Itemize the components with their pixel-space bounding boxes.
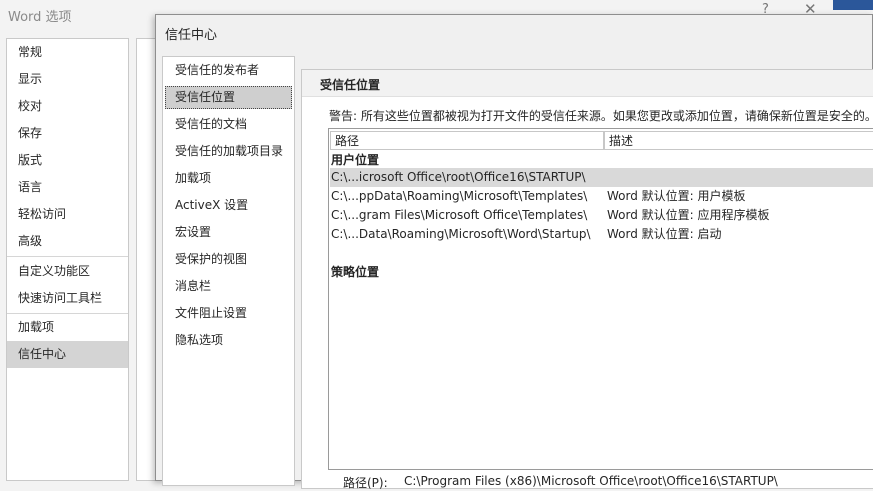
- row-path: C:\...ppData\Roaming\Microsoft\Templates…: [331, 189, 588, 203]
- accent-bar: [833, 0, 873, 10]
- trust-center-nav: 受信任的发布者 受信任位置 受信任的文档 受信任的加载项目录 加载项 Activ…: [162, 56, 295, 486]
- section-header: 受信任位置: [302, 70, 873, 97]
- row-description: Word 默认位置: 启动: [607, 227, 722, 241]
- table-row[interactable]: C:\...ppData\Roaming\Microsoft\Templates…: [330, 187, 873, 206]
- nav-item-advanced[interactable]: 高级: [7, 228, 128, 255]
- tc-nav-file-block-settings[interactable]: 文件阻止设置: [165, 302, 292, 325]
- group-label-user-locations: 用户位置: [331, 153, 380, 167]
- trusted-locations-list[interactable]: 路径 描述 用户位置 C:\...icrosoft Office\root\Of…: [328, 128, 873, 470]
- tc-nav-trusted-documents[interactable]: 受信任的文档: [165, 113, 292, 136]
- nav-item-quick-access-toolbar[interactable]: 快速访问工具栏: [7, 285, 128, 312]
- path-value: C:\Program Files (x86)\Microsoft Office\…: [404, 474, 778, 488]
- warning-text: 警告: 所有这些位置都被视为打开文件的受信任来源。如果您更改或添加位置，请确保新…: [329, 109, 873, 123]
- tc-nav-macro-settings[interactable]: 宏设置: [165, 221, 292, 244]
- nav-item-customize-ribbon[interactable]: 自定义功能区: [7, 258, 128, 285]
- nav-item-display[interactable]: 显示: [7, 66, 128, 93]
- nav-item-trust-center[interactable]: 信任中心: [7, 341, 128, 368]
- tc-nav-trusted-publishers[interactable]: 受信任的发布者: [165, 59, 292, 82]
- tc-nav-message-bar[interactable]: 消息栏: [165, 275, 292, 298]
- row-path: C:\...icrosoft Office\root\Office16\STAR…: [331, 170, 586, 184]
- tc-nav-protected-view[interactable]: 受保护的视图: [165, 248, 292, 271]
- nav-item-layout[interactable]: 版式: [7, 147, 128, 174]
- row-description: Word 默认位置: 用户模板: [607, 189, 746, 203]
- table-row[interactable]: C:\...Data\Roaming\Microsoft\Word\Startu…: [330, 225, 873, 244]
- options-nav: 常规 显示 校对 保存 版式 语言 轻松访问 高级 自定义功能区 快速访问工具栏…: [6, 38, 129, 481]
- nav-item-addins[interactable]: 加载项: [7, 314, 128, 341]
- tc-nav-activex-settings[interactable]: ActiveX 设置: [165, 194, 292, 217]
- column-header-path[interactable]: 路径: [330, 131, 604, 150]
- tc-nav-trusted-locations[interactable]: 受信任位置: [165, 86, 292, 109]
- column-header-description[interactable]: 描述: [604, 131, 873, 150]
- window-title: Word 选项: [8, 10, 72, 25]
- nav-item-accessibility[interactable]: 轻松访问: [7, 201, 128, 228]
- row-description: Word 默认位置: 应用程序模板: [607, 208, 770, 222]
- nav-divider: [7, 256, 128, 257]
- group-label-policy-locations: 策略位置: [331, 265, 380, 279]
- table-row[interactable]: C:\...icrosoft Office\root\Office16\STAR…: [330, 168, 873, 187]
- tc-nav-privacy-options[interactable]: 隐私选项: [165, 329, 292, 352]
- trust-center-dialog: 信任中心 受信任的发布者 受信任位置 受信任的文档 受信任的加载项目录 加载项 …: [155, 14, 873, 490]
- nav-item-language[interactable]: 语言: [7, 174, 128, 201]
- trusted-locations-panel: 受信任位置 警告: 所有这些位置都被视为打开文件的受信任来源。如果您更改或添加位…: [301, 69, 873, 490]
- nav-item-save[interactable]: 保存: [7, 120, 128, 147]
- section-title: 受信任位置: [320, 78, 381, 92]
- nav-item-general[interactable]: 常规: [7, 39, 128, 66]
- row-path: C:\...Data\Roaming\Microsoft\Word\Startu…: [331, 227, 591, 241]
- dialog-title: 信任中心: [165, 28, 218, 43]
- row-path: C:\...gram Files\Microsoft Office\Templa…: [331, 208, 588, 222]
- tc-nav-trusted-addin-catalogs[interactable]: 受信任的加载项目录: [165, 140, 292, 163]
- nav-item-proofing[interactable]: 校对: [7, 93, 128, 120]
- table-row[interactable]: C:\...gram Files\Microsoft Office\Templa…: [330, 206, 873, 225]
- tc-nav-addins[interactable]: 加载项: [165, 167, 292, 190]
- path-label: 路径(P):: [343, 476, 388, 490]
